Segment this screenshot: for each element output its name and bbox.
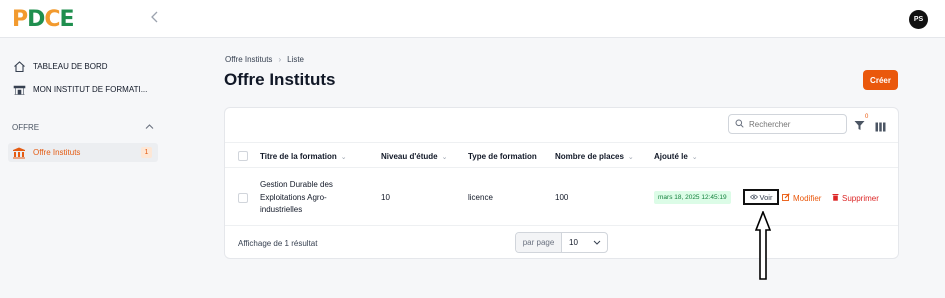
- app-logo[interactable]: P D C E: [12, 7, 75, 32]
- column-label: Type de formation: [468, 152, 537, 161]
- sidebar-item-offre-instituts[interactable]: Offre Instituts 1: [8, 143, 158, 162]
- results-summary: Affichage de 1 résultat: [238, 239, 318, 248]
- filter-count: 0: [865, 114, 869, 120]
- search-box[interactable]: [728, 114, 847, 134]
- column-header-date[interactable]: Ajouté le ⌄: [654, 152, 698, 161]
- count-badge: 1: [141, 147, 152, 158]
- breadcrumb: Offre Instituts › Liste: [225, 55, 304, 64]
- edit-icon: [782, 193, 790, 203]
- table-row: Gestion Durable des Exploitations Agro- …: [225, 168, 898, 226]
- data-table-card: 0 Titre de la formation ⌄ Niveau d'étude…: [224, 107, 899, 259]
- page-title: Offre Instituts: [224, 70, 336, 89]
- sidebar-item-label: MON INSTITUT DE FORMATI...: [33, 84, 148, 94]
- logo-letter: C: [44, 7, 60, 32]
- sidebar-item-label: Offre Instituts: [33, 148, 81, 157]
- search-input[interactable]: [749, 119, 839, 129]
- chevron-down-icon: [593, 238, 601, 247]
- places-cell: 100: [555, 193, 569, 202]
- create-button[interactable]: Créer: [863, 70, 898, 90]
- delete-button[interactable]: Supprimer: [832, 193, 879, 203]
- section-label: OFFRE: [12, 123, 40, 132]
- column-label: Titre de la formation: [260, 152, 337, 161]
- chevron-down-icon: ⌄: [691, 153, 698, 161]
- column-header-niveau[interactable]: Niveau d'étude ⌄: [381, 152, 447, 161]
- avatar[interactable]: PS: [909, 10, 928, 29]
- chevron-down-icon: ⌄: [340, 153, 347, 161]
- logo-letter: E: [59, 7, 75, 32]
- column-header-type: Type de formation: [468, 152, 537, 161]
- per-page-value: 10: [569, 238, 578, 247]
- up-arrow-annotation: [754, 209, 772, 281]
- home-icon: [12, 59, 26, 73]
- breadcrumb-current: Liste: [287, 55, 305, 64]
- chevron-down-icon: ⌄: [441, 153, 448, 161]
- column-label: Nombre de places: [555, 152, 624, 161]
- chevron-up-icon: [145, 123, 154, 132]
- breadcrumb-link[interactable]: Offre Instituts: [225, 55, 272, 64]
- title-line: industrielles: [260, 205, 303, 214]
- column-header-places[interactable]: Nombre de places ⌄: [555, 152, 634, 161]
- search-icon: [735, 119, 744, 130]
- eye-icon: [749, 193, 758, 202]
- sidebar: TABLEAU DE BORD MON INSTITUT DE FORMATI.…: [0, 39, 170, 298]
- edit-button[interactable]: Modifier: [782, 193, 821, 203]
- title-line: Exploitations Agro-: [260, 192, 327, 202]
- per-page-label: par page: [516, 233, 562, 252]
- institution-icon: [12, 147, 26, 159]
- chevron-left-icon[interactable]: [150, 10, 164, 26]
- top-bar: P D C E PS: [0, 0, 945, 38]
- niveau-cell: 10: [381, 193, 390, 202]
- view-button[interactable]: Voir: [743, 189, 779, 205]
- chevron-right-icon: ›: [278, 55, 282, 64]
- per-page-select[interactable]: par page 10: [515, 232, 608, 253]
- formation-title: Gestion Durable des Exploitations Agro- …: [260, 179, 350, 217]
- column-label: Ajouté le: [654, 152, 688, 161]
- column-label: Niveau d'étude: [381, 152, 438, 161]
- table-header: Titre de la formation ⌄ Niveau d'étude ⌄…: [225, 142, 898, 168]
- logo-letter: D: [27, 7, 45, 32]
- select-all-checkbox[interactable]: [238, 151, 248, 161]
- type-cell: licence: [468, 193, 493, 202]
- delete-label: Supprimer: [842, 193, 879, 203]
- section-offre[interactable]: OFFRE: [12, 123, 154, 132]
- sidebar-item-institut[interactable]: MON INSTITUT DE FORMATI...: [12, 80, 147, 98]
- sidebar-item-dashboard[interactable]: TABLEAU DE BORD: [12, 57, 108, 75]
- row-checkbox[interactable]: [238, 193, 248, 203]
- date-badge: mars 18, 2025 12:45:19: [654, 191, 731, 204]
- building-icon: [12, 82, 26, 96]
- column-header-titre[interactable]: Titre de la formation ⌄: [260, 152, 347, 161]
- logo-letter: P: [12, 7, 28, 32]
- columns-icon[interactable]: [875, 119, 886, 132]
- view-label: Voir: [759, 192, 773, 202]
- edit-label: Modifier: [793, 193, 822, 203]
- sidebar-item-label: TABLEAU DE BORD: [33, 61, 108, 71]
- title-line: Gestion Durable des: [260, 180, 333, 189]
- chevron-down-icon: ⌄: [627, 153, 634, 161]
- trash-icon: [832, 193, 839, 203]
